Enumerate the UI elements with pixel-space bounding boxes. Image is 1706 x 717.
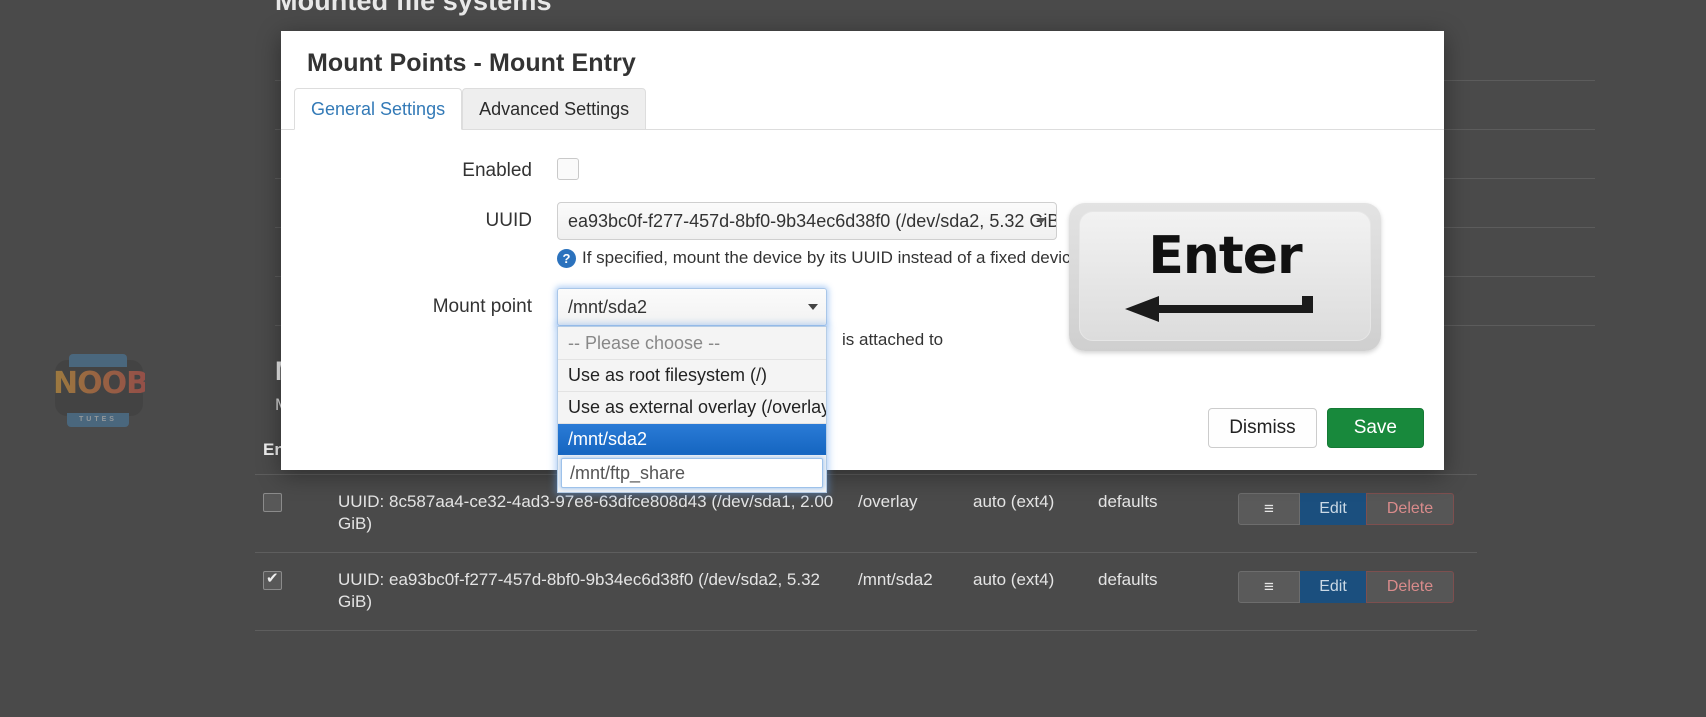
- table-row: UUID: 8c587aa4-ce32-4ad3-97e8-63dfce808d…: [255, 475, 1477, 553]
- enabled-checkbox[interactable]: [557, 158, 579, 180]
- mount-point-selected-value: /mnt/sda2: [568, 297, 647, 317]
- cell-enabled: [255, 552, 330, 630]
- row-edit-button[interactable]: Edit: [1300, 571, 1366, 603]
- cell-mount-options: defaults: [1090, 552, 1230, 630]
- enter-arrow-icon: [1125, 296, 1325, 322]
- table-row: UUID: ea93bc0f-f277-457d-8bf0-9b34ec6d38…: [255, 552, 1477, 630]
- cell-actions: ≡ Edit Delete: [1230, 475, 1477, 553]
- cell-mount-point: /overlay: [850, 475, 965, 553]
- row-enabled-checkbox[interactable]: [263, 571, 282, 590]
- dropdown-option-root-filesystem[interactable]: Use as root filesystem (/): [558, 360, 826, 392]
- background-heading: Mounted file systems: [275, 0, 1595, 17]
- enabled-control: [557, 152, 1418, 180]
- dropdown-option-external-overlay[interactable]: Use as external overlay (/overlay): [558, 392, 826, 424]
- cell-actions: ≡ Edit Delete: [1230, 552, 1477, 630]
- enter-key-face: Enter: [1079, 211, 1371, 341]
- cell-enabled: [255, 475, 330, 553]
- dismiss-button[interactable]: Dismiss: [1208, 408, 1317, 448]
- row-delete-button[interactable]: Delete: [1366, 571, 1454, 603]
- row-edit-button[interactable]: Edit: [1300, 493, 1366, 525]
- logo-wordmark: NOOB: [53, 366, 145, 401]
- dialog-tabs: General Settings Advanced Settings: [281, 88, 1444, 130]
- app-root: Mounted file systems Fi /d tm /d ov tm M…: [0, 0, 1706, 717]
- enter-key-label: Enter: [1080, 226, 1370, 286]
- noob-tutes-logo: NOOB TUTES: [53, 352, 145, 430]
- row-menu-button[interactable]: ≡: [1238, 493, 1300, 525]
- cell-filesystem: auto (ext4): [965, 552, 1090, 630]
- dialog-footer: Dismiss Save: [281, 400, 1444, 470]
- row-enabled-checkbox[interactable]: [263, 493, 282, 512]
- save-button[interactable]: Save: [1327, 408, 1424, 448]
- field-row-enabled: Enabled: [307, 152, 1418, 182]
- help-question-icon: ?: [557, 249, 576, 268]
- cell-filesystem: auto (ext4): [965, 475, 1090, 553]
- dropdown-option-placeholder[interactable]: -- Please choose --: [558, 328, 826, 360]
- dropdown-option-mnt-sda2[interactable]: /mnt/sda2: [558, 424, 826, 455]
- mount-point-select[interactable]: /mnt/sda2: [557, 288, 827, 326]
- row-menu-button[interactable]: ≡: [1238, 571, 1300, 603]
- logo-tagline: TUTES: [67, 413, 129, 427]
- uuid-select[interactable]: ea93bc0f-f277-457d-8bf0-9b34ec6d38f0 (/d…: [557, 202, 1057, 240]
- uuid-help-text: If specified, mount the device by its UU…: [582, 248, 1080, 268]
- row-delete-button[interactable]: Delete: [1366, 493, 1454, 525]
- tab-general-settings[interactable]: General Settings: [294, 88, 462, 130]
- cell-device: UUID: ea93bc0f-f277-457d-8bf0-9b34ec6d38…: [330, 552, 850, 630]
- cell-mount-options: defaults: [1090, 475, 1230, 553]
- chevron-down-icon: [808, 304, 818, 310]
- mount-point-label: Mount point: [307, 288, 557, 318]
- mount-point-dropdown: -- Please choose -- Use as root filesyst…: [557, 326, 827, 493]
- uuid-label: UUID: [307, 202, 557, 232]
- enabled-label: Enabled: [307, 152, 557, 182]
- uuid-selected-value: ea93bc0f-f277-457d-8bf0-9b34ec6d38f0 (/d…: [568, 211, 1057, 231]
- mount-point-custom-input[interactable]: [561, 458, 823, 488]
- chevron-down-icon: [1036, 218, 1046, 224]
- mount-point-help-text: is attached to: [842, 330, 943, 350]
- dialog-title: Mount Points - Mount Entry: [281, 31, 1444, 88]
- cell-mount-point: /mnt/sda2: [850, 552, 965, 630]
- enter-key-graphic: Enter: [1069, 203, 1381, 351]
- tab-advanced-settings[interactable]: Advanced Settings: [462, 88, 646, 130]
- dropdown-custom-input-wrapper: [558, 455, 826, 492]
